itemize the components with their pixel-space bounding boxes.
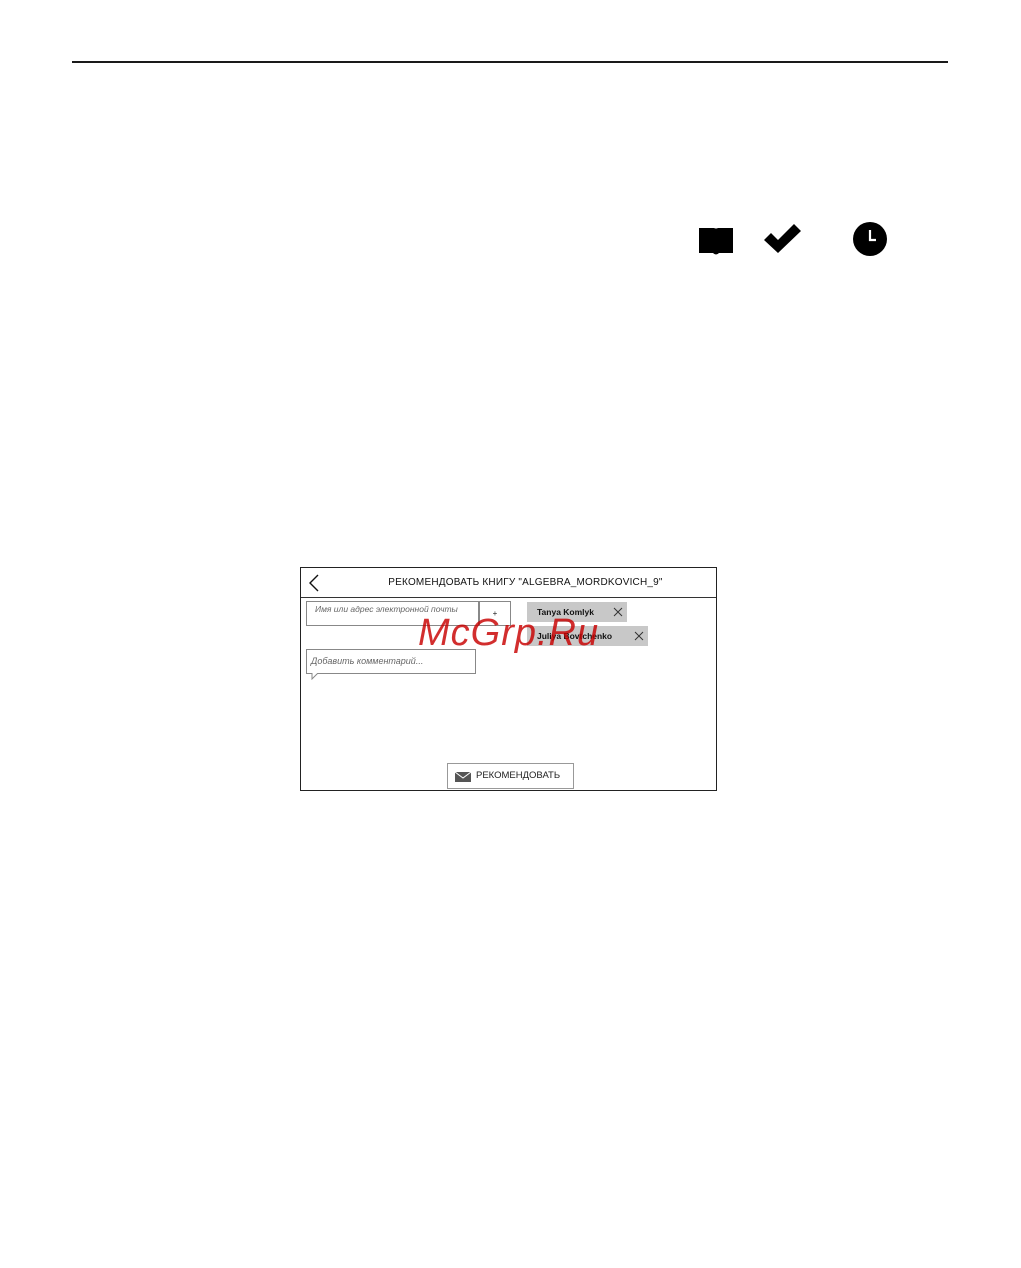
- top-rule: [72, 61, 948, 63]
- recipient-chip: Tanya Komlyk: [527, 602, 627, 622]
- recommend-button-label: РЕКОМЕНДОВАТЬ: [476, 770, 561, 781]
- recipient-chip-label: Juliya Bovtchenko: [537, 631, 613, 641]
- dialog-title: РЕКОМЕНДОВАТЬ КНИГУ "ALGEBRA_MORDKOVICH_…: [388, 577, 663, 588]
- comment-input[interactable]: Добавить комментарий...: [306, 649, 476, 674]
- speech-bubble-tail-icon: [311, 673, 319, 680]
- book-icon: [699, 228, 733, 255]
- clock-icon: [853, 222, 887, 256]
- close-icon[interactable]: [634, 631, 644, 641]
- recipient-chip-label: Tanya Komlyk: [537, 607, 595, 617]
- envelope-icon: [455, 772, 471, 782]
- status-icons-row: [0, 220, 1021, 260]
- recommend-book-dialog: РЕКОМЕНДОВАТЬ КНИГУ "ALGEBRA_MORDKOVICH_…: [300, 567, 717, 791]
- add-contact-button[interactable]: +: [479, 601, 511, 626]
- recommend-button[interactable]: РЕКОМЕНДОВАТЬ: [447, 763, 574, 789]
- recipient-input[interactable]: Имя или адрес электронной почты: [306, 601, 479, 626]
- check-icon: [764, 224, 801, 253]
- back-arrow-icon[interactable]: [307, 574, 323, 592]
- dialog-header: РЕКОМЕНДОВАТЬ КНИГУ "ALGEBRA_MORDKOVICH_…: [301, 568, 716, 598]
- close-icon[interactable]: [613, 607, 623, 617]
- recipient-chip: Juliya Bovtchenko: [527, 626, 648, 646]
